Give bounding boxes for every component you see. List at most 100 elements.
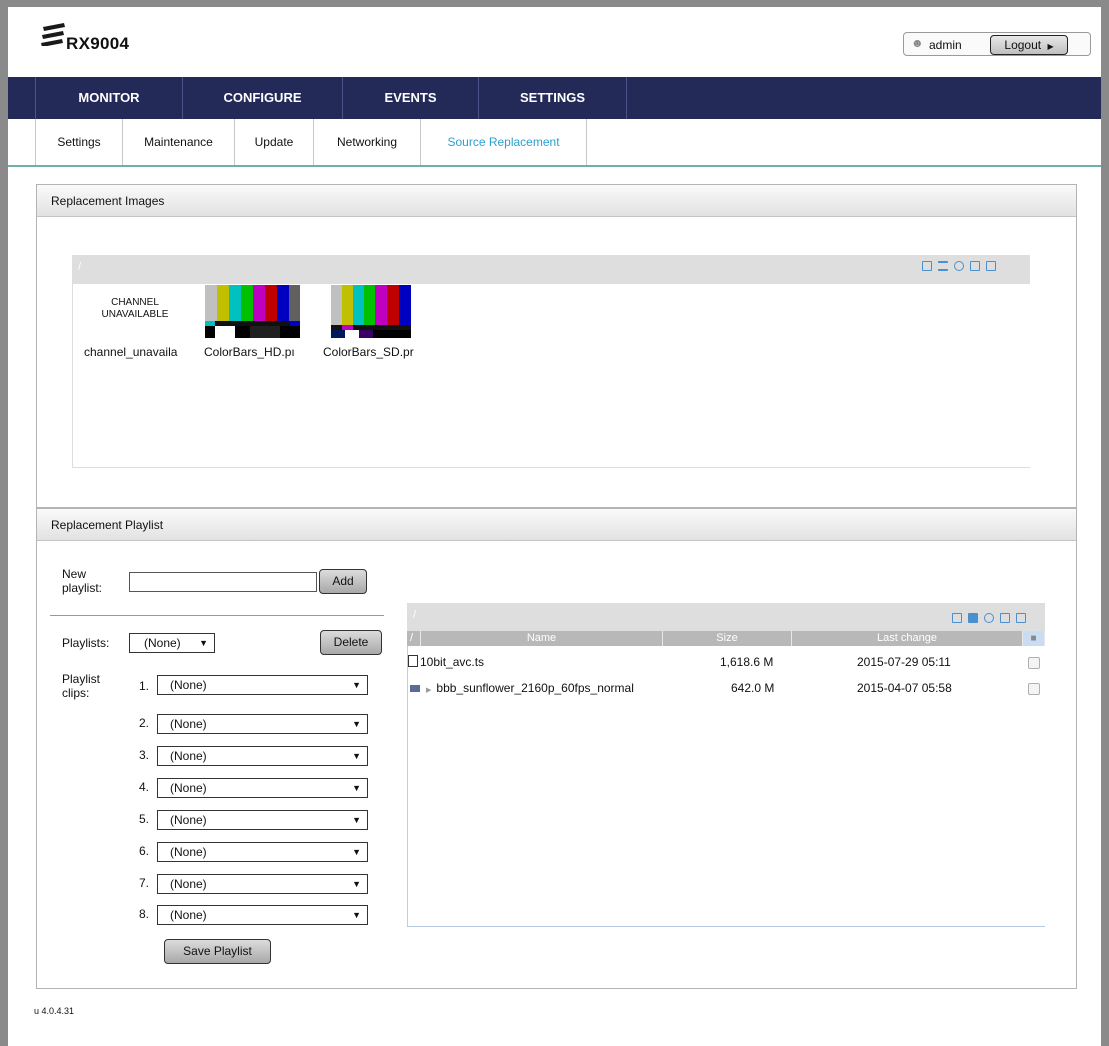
new-folder-icon[interactable] [986,261,996,271]
binoculars-icon[interactable] [954,261,964,271]
row-checkbox[interactable] [1028,683,1040,695]
label-line: clips: [62,686,90,700]
grid-view-icon[interactable] [968,613,978,623]
column-name[interactable]: Name [421,631,663,646]
clip-number: 8. [139,907,150,921]
column-sort[interactable]: / [407,631,421,646]
column-size[interactable]: Size [663,631,792,646]
label-line: Playlist [62,672,101,686]
chevron-down-icon: ▼ [352,815,361,825]
add-button[interactable]: Add [319,569,367,594]
clip-number: 7. [139,876,150,890]
select-value: (None) [170,908,207,922]
clip-number: 1. [139,679,150,693]
subtab-maintenance[interactable]: Maintenance [123,119,235,165]
chevron-down-icon: ▼ [352,719,361,729]
new-playlist-label: New playlist: [62,567,102,595]
label-line: New [62,567,87,581]
colorbars-sd-thumbnail[interactable] [331,285,411,338]
colorbars-hd-thumbnail[interactable] [205,285,300,338]
trash-icon[interactable]: ■ [1023,631,1045,646]
panel-title: Replacement Playlist [37,509,1076,541]
clip-select-3[interactable]: (None) ▼ [157,746,368,766]
subtab-settings[interactable]: Settings [36,119,123,165]
clip-select-4[interactable]: (None) ▼ [157,778,368,798]
upload-icon[interactable] [952,613,962,623]
file-date: 2015-04-07 05:58 [857,681,952,695]
delete-button[interactable]: Delete [320,630,382,655]
thumbnail-text-line2: UNAVAILABLE [101,309,169,320]
table-row[interactable]: 10bit_avc.ts [408,655,484,669]
file-name[interactable]: ColorBars_SD.pr [323,345,423,359]
select-value: (None) [170,845,207,859]
version-label: u 4.0.4.31 [34,1006,75,1016]
playlists-label: Playlists: [62,636,110,650]
label-line: playlist: [62,581,103,595]
triangle-right-icon: ▶ [426,687,432,694]
subtab-source-replacement[interactable]: Source Replacement [421,119,587,165]
list-view-icon[interactable] [938,261,948,271]
logout-label: Logout [1004,38,1042,52]
chevron-down-icon: ▼ [199,638,208,648]
column-last-change[interactable]: Last change [792,631,1023,646]
nav-monitor[interactable]: MONITOR [36,77,182,119]
channel-unavailable-thumbnail[interactable]: CHANNEL UNAVAILABLE [80,285,190,339]
save-playlist-button[interactable]: Save Playlist [164,939,271,964]
clip-select-5[interactable]: (None) ▼ [157,810,368,830]
ericsson-logo-icon [41,23,65,46]
new-file-icon[interactable] [1000,613,1010,623]
file-browser [407,603,1045,927]
nav-events[interactable]: EVENTS [343,77,478,119]
file-size: 642.0 M [731,681,775,695]
select-value: (None) [170,678,207,692]
user-icon: ☻ [911,36,924,50]
chevron-down-icon: ▼ [352,879,361,889]
select-value: (None) [170,781,207,795]
file-name[interactable]: ColorBars_HD.pı [204,345,304,359]
binoculars-icon[interactable] [984,613,994,623]
nav-settings[interactable]: SETTINGS [479,77,626,119]
nav-separator [626,77,627,119]
clip-select-2[interactable]: (None) ▼ [157,714,368,734]
clip-select-8[interactable]: (None) ▼ [157,905,368,925]
clip-number: 4. [139,780,150,794]
panel-title: Replacement Images [37,185,1076,217]
clip-select-6[interactable]: (None) ▼ [157,842,368,862]
select-value: (None) [170,717,207,731]
subtab-networking[interactable]: Networking [314,119,421,165]
thumbnail-text-line1: CHANNEL [111,297,159,308]
select-value: (None) [170,813,207,827]
playlist-clips-label: Playlist clips: [62,672,100,700]
nav-configure[interactable]: CONFIGURE [183,77,342,119]
file-icon [408,655,418,667]
chevron-down-icon: ▼ [352,910,361,920]
clip-select-1[interactable]: (None) ▼ [157,675,368,695]
file-name[interactable]: channel_unavaila [84,345,184,359]
clip-select-7[interactable]: (None) ▼ [157,874,368,894]
row-checkbox[interactable] [1028,657,1040,669]
user-name: admin [929,38,962,52]
new-folder-icon[interactable] [1016,613,1026,623]
playlists-select[interactable]: (None) ▼ [129,633,215,653]
table-row[interactable]: ▶ bbb_sunflower_2160p_60fps_normal [410,681,634,695]
chevron-down-icon: ▼ [352,783,361,793]
new-playlist-input[interactable] [129,572,317,592]
chevron-down-icon: ▼ [352,847,361,857]
subtab-update[interactable]: Update [235,119,314,165]
path-label: / [78,261,82,273]
select-value: (None) [170,749,207,763]
clip-number: 5. [139,812,150,826]
clip-number: 6. [139,844,150,858]
file-size: 1,618.6 M [720,655,774,669]
file-name: 10bit_avc.ts [420,655,485,669]
logout-button[interactable]: Logout ▶ [990,35,1068,55]
upload-icon[interactable] [922,261,932,271]
chevron-down-icon: ▼ [352,680,361,690]
file-date: 2015-07-29 05:11 [857,655,951,669]
subnav-divider [8,165,1101,167]
chevron-down-icon: ▼ [352,751,361,761]
image-browser-toolbar: / [72,255,1030,284]
clip-number: 2. [139,716,150,730]
divider [50,615,384,616]
new-file-icon[interactable] [970,261,980,271]
